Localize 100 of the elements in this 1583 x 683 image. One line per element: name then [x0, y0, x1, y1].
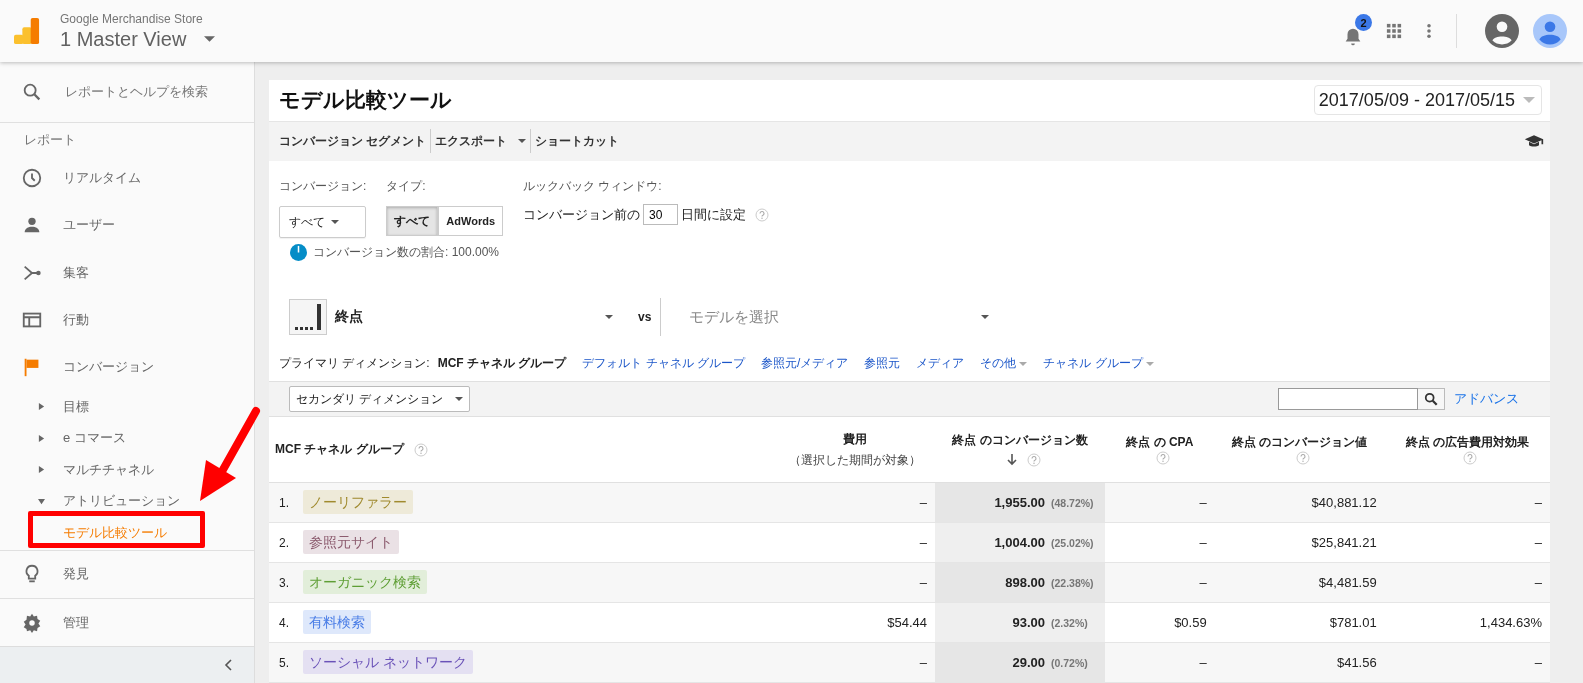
conversion-share-text: コンバージョン数の割合: 100.00%: [313, 244, 500, 262]
advanced-link[interactable]: アドバンス: [1454, 390, 1519, 409]
search-icon: [1424, 392, 1438, 407]
caret-icon: [204, 36, 216, 42]
dimension-link[interactable]: MCF チャネル グループ: [437, 355, 567, 373]
report-search-field[interactable]: レポートとヘルプを検索: [63, 83, 247, 101]
model-chart-icon: [289, 299, 327, 336]
notifications-button[interactable]: 2: [1342, 14, 1374, 48]
channel-tag[interactable]: 参照元サイト: [303, 529, 399, 554]
triangle-icon: [38, 466, 45, 473]
nav-subitem[interactable]: アトリビューション: [38, 492, 180, 510]
more-options-icon[interactable]: [1426, 23, 1432, 39]
chevron-left-icon: [224, 659, 232, 672]
model-dropdown[interactable]: 終点: [327, 308, 613, 327]
search-button[interactable]: [1418, 388, 1445, 411]
table-cell: 1,955.00: [994, 495, 1045, 510]
dimension-link[interactable]: デフォルト チャネル グループ: [582, 355, 745, 373]
secondary-dimension-dropdown[interactable]: セカンダリ ディメンション: [289, 386, 471, 413]
account-icon[interactable]: [1485, 14, 1519, 48]
nav-item[interactable]: 発見: [0, 550, 254, 598]
toolbar-button[interactable]: ショートカット: [531, 129, 624, 154]
nav-item[interactable]: 集客: [0, 249, 254, 297]
dimension-link[interactable]: メディア: [916, 355, 965, 373]
type-toggle[interactable]: すべて: [386, 206, 439, 237]
row-number: 2.: [279, 535, 290, 550]
table-cell: –: [1199, 655, 1207, 670]
expanded-triangle-icon: [38, 497, 45, 505]
conversion-label: コンバージョン:: [279, 178, 367, 196]
help-icon[interactable]: [1027, 453, 1041, 467]
notification-count: 2: [1355, 14, 1372, 31]
table-cell: 1,434.63%: [1479, 615, 1542, 630]
conversion-dropdown[interactable]: すべて: [279, 206, 367, 239]
date-range-picker[interactable]: 2017/05/09 - 2017/05/15: [1313, 85, 1542, 116]
primary-dimension-label: プライマリ ディメンション:: [279, 355, 430, 373]
percentage-text: (2.32%): [1051, 617, 1089, 629]
table-cell: $54.44: [887, 615, 927, 630]
type-label: タイプ:: [386, 178, 427, 196]
sort-arrow-icon[interactable]: [1007, 454, 1017, 466]
vs-label: vs: [613, 298, 662, 337]
lookback-label: ルックバック ウィンドウ:: [523, 178, 663, 196]
help-icon[interactable]: [1295, 451, 1310, 465]
nav-item[interactable]: リアルタイム: [0, 154, 254, 202]
nav-item[interactable]: ユーザー: [0, 201, 254, 250]
avatar-icon[interactable]: [1533, 14, 1567, 48]
nav-item[interactable]: 管理: [0, 598, 254, 647]
clock-icon: [21, 167, 43, 190]
nav-item[interactable]: 行動: [0, 296, 254, 344]
caret-icon: [455, 397, 464, 402]
dimension-link[interactable]: 参照元/メディア: [761, 355, 849, 373]
table-cell: –: [1199, 535, 1207, 550]
table-cell: 29.00: [1012, 655, 1045, 670]
percentage-text: (25.02%): [1051, 537, 1095, 549]
nav-item[interactable]: コンバージョン: [0, 343, 254, 391]
dimension-link[interactable]: その他: [980, 355, 1028, 373]
column-header[interactable]: MCF チャネル グループ: [275, 441, 404, 458]
percentage-text: (22.38%): [1051, 577, 1095, 589]
section-label: レポート: [23, 130, 77, 149]
table-cell: –: [919, 495, 927, 510]
table-cell: –: [919, 655, 927, 670]
view-selector[interactable]: 1 Master View: [60, 27, 216, 51]
dimension-link[interactable]: チャネル グループ: [1043, 355, 1154, 373]
help-icon[interactable]: [413, 442, 428, 457]
table-cell: –: [1534, 535, 1542, 550]
property-name: Google Merchandise Store: [60, 11, 204, 26]
help-icon[interactable]: [755, 207, 770, 222]
help-icon[interactable]: [1155, 451, 1170, 465]
caret-icon: [331, 220, 339, 225]
row-number: 4.: [279, 615, 290, 630]
table-cell: –: [919, 535, 927, 550]
dimension-link[interactable]: 参照元: [864, 355, 901, 373]
column-header[interactable]: 終点 の CPA: [1126, 434, 1194, 451]
days-field[interactable]: 30: [643, 204, 679, 226]
type-toggle[interactable]: AdWords: [438, 206, 504, 237]
caret-icon: [518, 139, 527, 144]
table-cell: 898.00: [1005, 575, 1045, 590]
toolbar-button[interactable]: エクスポート: [431, 129, 532, 154]
nav-subitem[interactable]: e コマース: [38, 429, 126, 447]
nav-subitem[interactable]: 目標: [38, 397, 89, 416]
channel-tag[interactable]: ソーシャル ネットワーク: [303, 649, 473, 674]
caret-icon: [605, 315, 613, 320]
caret-icon: [1145, 361, 1154, 366]
table-cell: 93.00: [1012, 615, 1045, 630]
column-header[interactable]: 費用: [843, 430, 867, 448]
nav-subitem[interactable]: マルチチャネル: [38, 460, 154, 479]
row-number: 3.: [279, 575, 290, 590]
column-header[interactable]: 終点 の広告費用対効果: [1405, 434, 1529, 451]
table-cell: 1,004.00: [994, 535, 1045, 550]
table-search-field[interactable]: [1278, 388, 1418, 411]
apps-grid-icon[interactable]: [1386, 23, 1402, 39]
table-cell: –: [919, 575, 927, 590]
caret-icon: [981, 315, 990, 320]
lookback-suffix: 日間に設定: [681, 205, 747, 224]
column-header[interactable]: 終点 のコンバージョン値: [1232, 434, 1368, 451]
bar-chart-logo-icon: [14, 18, 40, 44]
table-cell: $4,481.59: [1318, 575, 1377, 590]
graduation-cap-icon[interactable]: [1524, 134, 1544, 149]
toolbar-button[interactable]: コンバージョン セグメント: [279, 129, 432, 154]
compare-model-dropdown[interactable]: モデルを選択: [661, 307, 990, 327]
help-icon[interactable]: [1463, 451, 1478, 465]
column-header[interactable]: 終点 のコンバージョン数: [952, 432, 1088, 449]
